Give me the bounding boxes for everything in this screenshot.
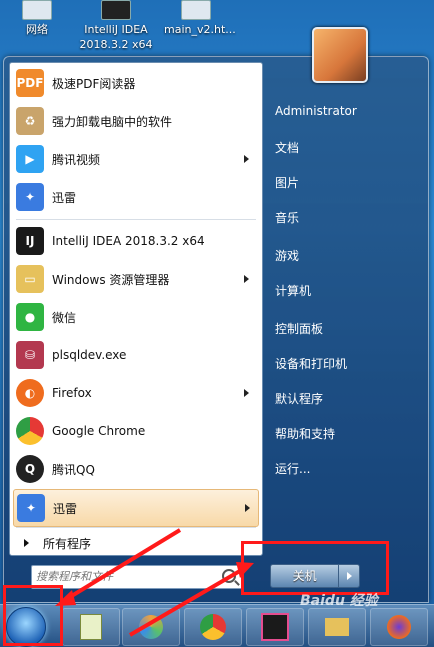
program-label: 强力卸载电脑中的软件 [52,114,173,129]
program-item[interactable]: ◐ Firefox [13,375,257,411]
program-item[interactable]: Google Chrome [13,413,257,449]
annotation-box-start [3,585,63,646]
programs-pane: PDF 极速PDF阅读器 ♻ 强力卸载电脑中的软件 ▶ 腾讯视频 ✦ 迅雷 IJ… [9,62,263,556]
annotation-box-shutdown [241,541,389,595]
uninstall-icon: ♻ [16,107,44,135]
taskbar-item-intellij[interactable] [246,608,304,646]
submenu-arrow-icon [244,155,249,163]
right-link-documents[interactable]: 文档 [275,139,299,156]
program-label: Firefox [52,386,92,400]
program-item[interactable]: PDF 极速PDF阅读器 [13,65,257,101]
intellij-icon [261,613,289,641]
right-link-devices-printers[interactable]: 设备和打印机 [275,355,347,372]
desktop-icon-label: 网络 [26,23,48,36]
program-item[interactable]: ✦ 迅雷 [13,179,257,215]
right-link-run[interactable]: 运行... [275,460,310,477]
explorer-icon: ▭ [16,265,44,293]
xunlei-icon: ✦ [17,494,45,522]
desktop-icon-html-file[interactable]: main_v2.ht... [164,0,236,37]
notepad-icon [80,614,102,640]
separator [16,219,256,220]
user-avatar-icon[interactable] [312,27,368,83]
search-icon[interactable] [222,569,236,583]
intellij-icon: IJ [16,227,44,255]
separator [16,527,256,528]
wechat-icon: ● [16,303,44,331]
right-link-default-programs[interactable]: 默认程序 [275,390,323,407]
desktop-icon-label: IntelliJ IDEA 2018.3.2 x64 [79,23,153,51]
taskbar-item-notepad[interactable] [62,608,120,646]
media-player-icon [139,615,163,639]
right-link-help-support[interactable]: 帮助和支持 [275,425,335,442]
firefox-icon [387,615,411,639]
program-item[interactable]: ▶ 腾讯视频 [13,141,257,177]
program-item[interactable]: ♻ 强力卸载电脑中的软件 [13,103,257,139]
desktop-icon-network[interactable]: 网络 [12,0,62,37]
submenu-arrow-icon [245,504,250,512]
program-label: 迅雷 [52,190,77,205]
expand-arrow-icon [24,539,29,547]
taskbar-item-firefox[interactable] [370,608,428,646]
pdf-reader-icon: PDF [16,69,44,97]
watermark: Baidu 经验 [300,593,378,609]
all-programs-button[interactable]: 所有程序 [16,530,256,556]
desktop-icon-intellij[interactable]: IntelliJ IDEA 2018.3.2 x64 [74,0,158,52]
right-link-user[interactable]: Administrator [275,104,357,118]
intellij-shortcut-icon [101,0,131,20]
right-link-music[interactable]: 音乐 [275,209,299,226]
firefox-icon: ◐ [16,379,44,407]
taskbar-item-explorer[interactable] [308,608,366,646]
program-item[interactable]: ▭ Windows 资源管理器 [13,261,257,297]
program-label: IntelliJ IDEA 2018.3.2 x64 [52,234,205,248]
program-label: 迅雷 [53,501,78,516]
all-programs-label: 所有程序 [43,536,92,551]
desktop-icons: 网络 IntelliJ IDEA 2018.3.2 x64 main_v2.ht… [0,0,434,56]
explorer-icon [325,618,349,636]
program-label: Windows 资源管理器 [52,272,170,287]
program-label: Google Chrome [52,424,146,438]
xunlei-icon: ✦ [16,183,44,211]
program-label: 极速PDF阅读器 [52,76,136,91]
submenu-arrow-icon [244,389,249,397]
taskbar-item-media[interactable] [122,608,180,646]
taskbar [0,604,434,647]
program-item-selected[interactable]: ✦ 迅雷 [13,489,259,527]
chrome-icon [200,614,226,640]
right-link-games[interactable]: 游戏 [275,247,299,264]
plsqldev-icon: ⛁ [16,341,44,369]
html-file-icon [181,0,211,20]
search-input[interactable] [32,566,220,586]
program-item[interactable]: ⛁ plsqldev.exe [13,337,257,373]
program-item[interactable]: IJ IntelliJ IDEA 2018.3.2 x64 [13,223,257,259]
program-label: 微信 [52,310,77,325]
program-label: 腾讯视频 [52,152,101,167]
right-link-computer[interactable]: 计算机 [275,282,311,299]
submenu-arrow-icon [244,275,249,283]
start-menu: PDF 极速PDF阅读器 ♻ 强力卸载电脑中的软件 ▶ 腾讯视频 ✦ 迅雷 IJ… [3,27,429,603]
program-label: plsqldev.exe [52,348,127,362]
desktop-icon-label: main_v2.ht... [164,23,236,36]
right-link-pictures[interactable]: 图片 [275,174,299,191]
program-label: 腾讯QQ [52,462,95,477]
program-item[interactable]: ● 微信 [13,299,257,335]
program-item[interactable]: Q 腾讯QQ [13,451,257,487]
qq-icon: Q [16,455,44,483]
network-icon [22,0,52,20]
tencent-video-icon: ▶ [16,145,44,173]
taskbar-item-chrome[interactable] [184,608,242,646]
right-link-control-panel[interactable]: 控制面板 [275,320,323,337]
chrome-icon [16,417,44,445]
